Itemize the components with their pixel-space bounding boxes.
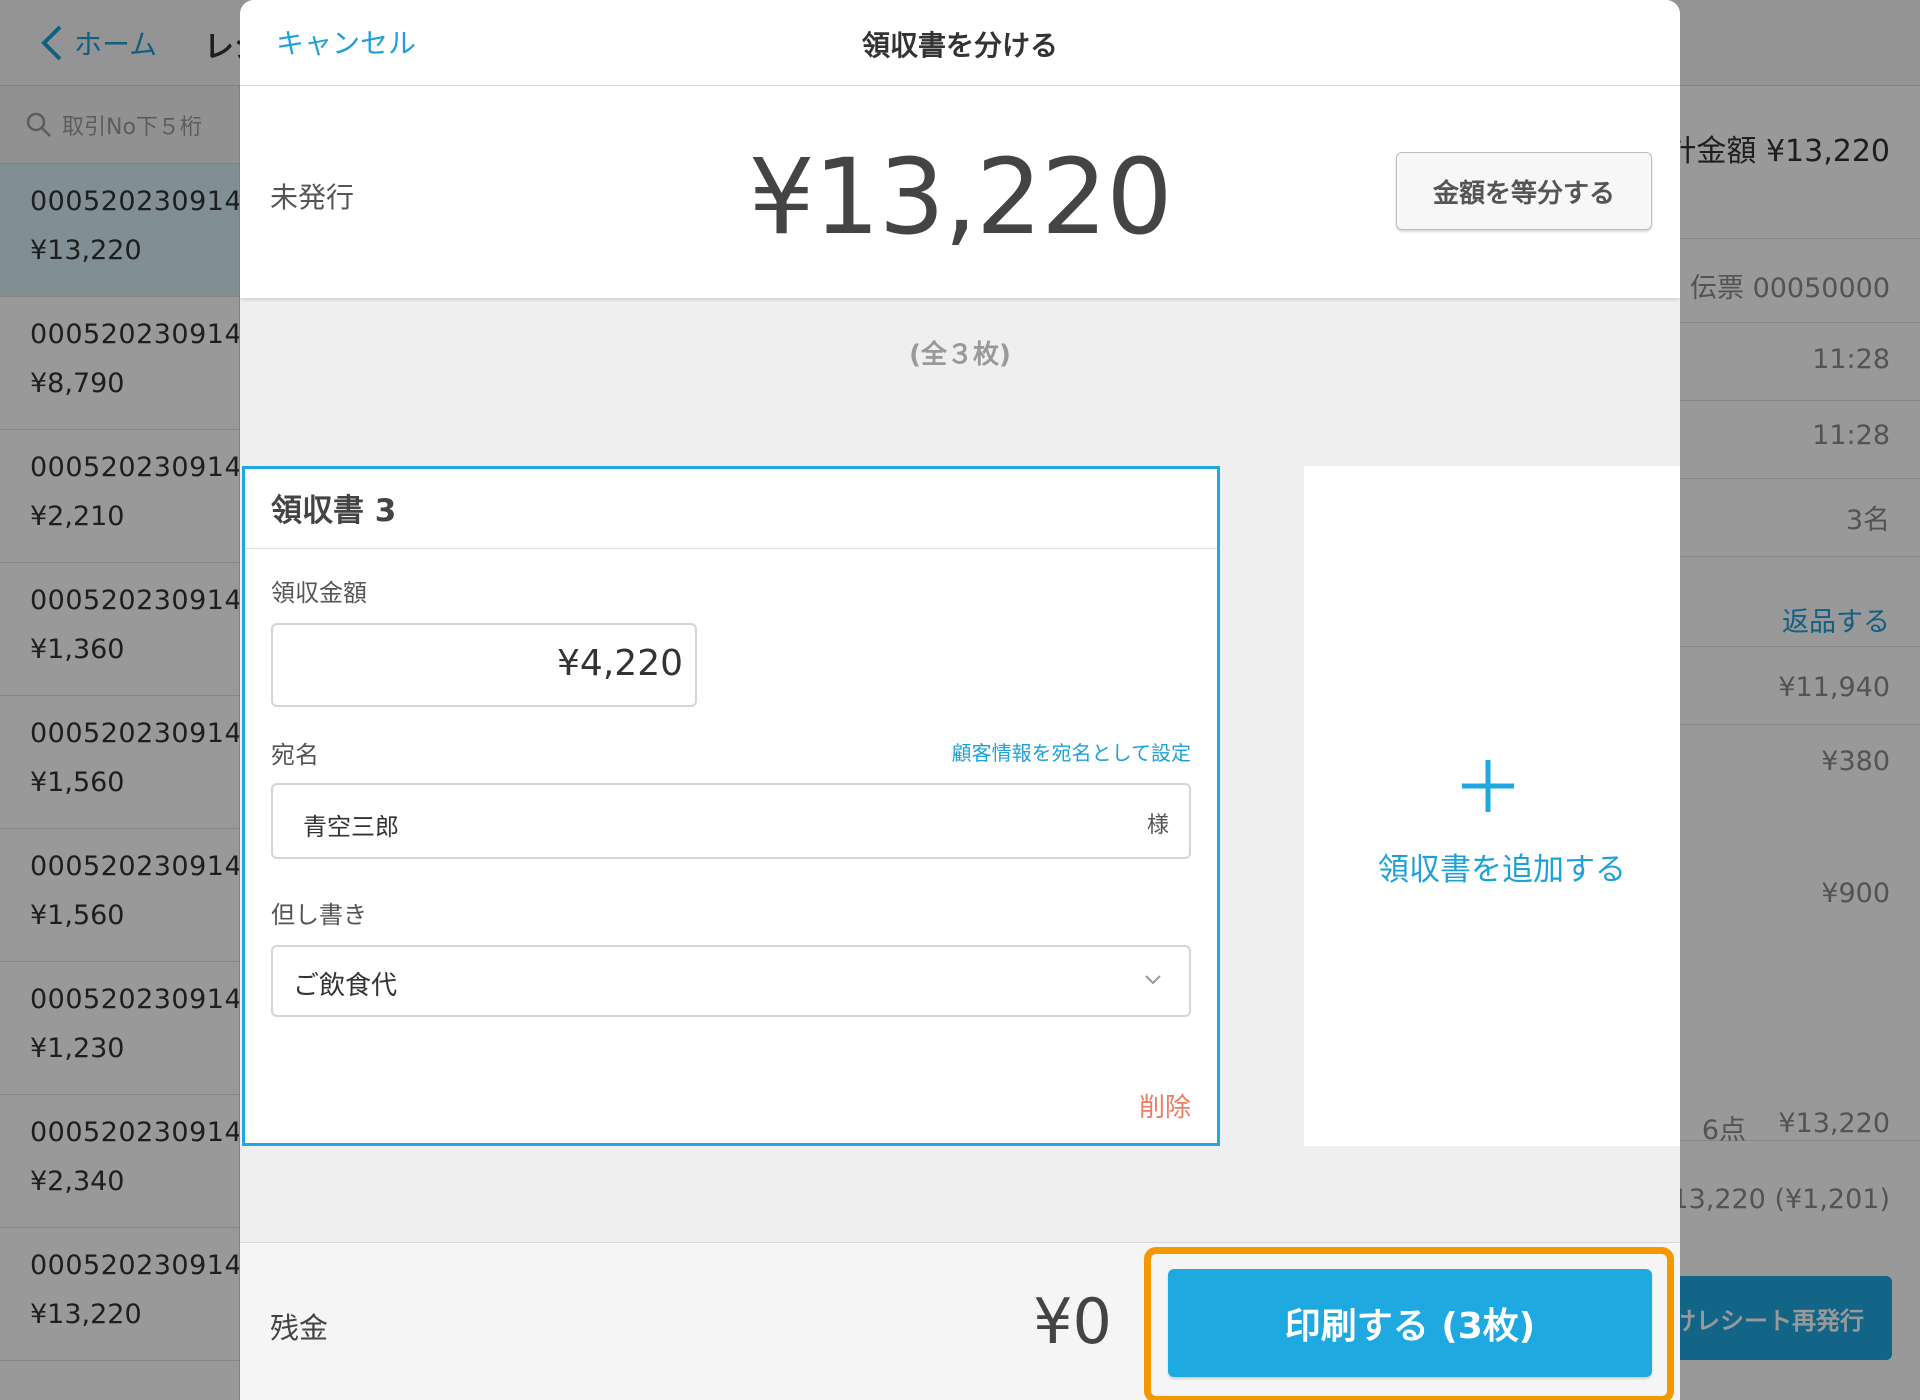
delete-button[interactable]: 削除 — [1139, 1087, 1191, 1124]
note-label: 但し書き — [271, 901, 367, 929]
note-select[interactable]: ご飲食代 — [271, 945, 1191, 1017]
receipt-count: (全３枚) — [909, 340, 1011, 370]
amount-field[interactable]: ¥4,220 — [271, 623, 697, 707]
footer-bar: 残金 ¥0 印刷する (3枚) — [240, 1242, 1680, 1400]
receipt-title: 領収書 3 — [245, 469, 1217, 549]
remaining-value: ¥0 — [1033, 1285, 1112, 1358]
set-customer-as-addressee-link[interactable]: 顧客情報を宛名として設定 — [952, 737, 1191, 766]
summary-bar: 未発行 ¥13,220 金額を等分する — [240, 86, 1680, 298]
modal-title: 領収書を分ける — [861, 29, 1058, 62]
note-value: ご飲食代 — [293, 971, 398, 1001]
modal-nav-bar: 領収書を分ける キャンセル — [240, 0, 1680, 86]
add-receipt-label: 領収書を追加する — [1378, 852, 1626, 888]
receipt-card: 領収書 3 領収金額 ¥4,220 宛名 顧客情報を宛名として設定 青空三郎 様… — [242, 466, 1220, 1146]
remaining-label: 残金 — [270, 1311, 329, 1345]
chevron-down-icon — [1145, 975, 1161, 985]
split-receipt-modal: 領収書を分ける キャンセル 未発行 ¥13,220 金額を等分する (全３枚) … — [240, 0, 1680, 1400]
addressee-label: 宛名 — [271, 741, 319, 769]
honorific: 様 — [1146, 813, 1169, 838]
split-equally-button[interactable]: 金額を等分する — [1396, 152, 1652, 230]
amount-label: 領収金額 — [271, 579, 367, 607]
print-button[interactable]: 印刷する (3枚) — [1168, 1269, 1652, 1377]
addressee-field[interactable]: 青空三郎 様 — [271, 783, 1191, 859]
plus-icon — [1462, 760, 1514, 812]
addressee-value: 青空三郎 — [303, 813, 399, 841]
cancel-button[interactable]: キャンセル — [276, 22, 416, 62]
add-receipt-button[interactable]: 領収書を追加する — [1304, 466, 1680, 1146]
